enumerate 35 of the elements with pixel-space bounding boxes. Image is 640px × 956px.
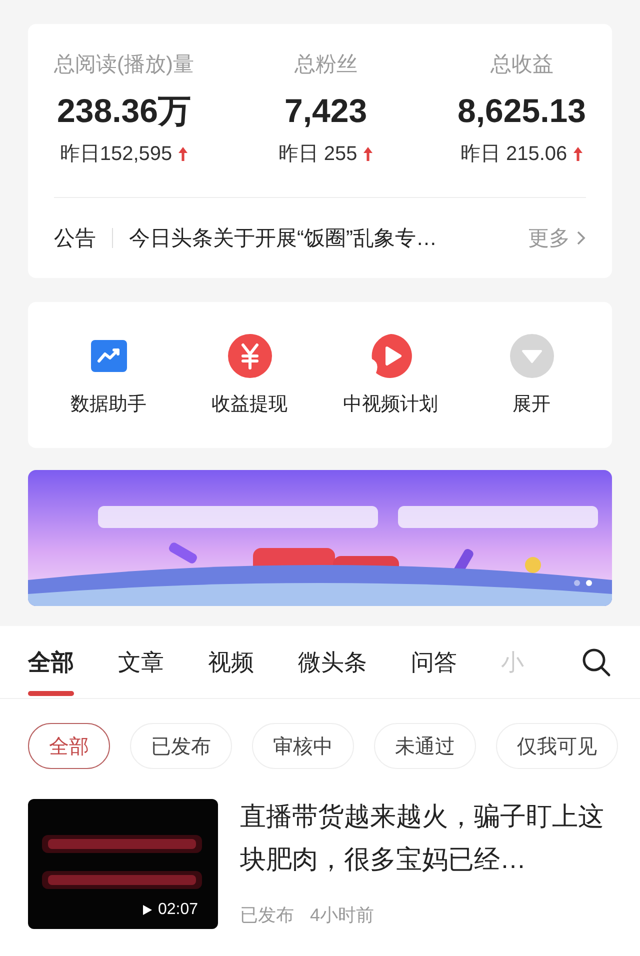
notice-text[interactable]: 今日头条关于开展“饭圈”乱象专…	[129, 224, 528, 252]
tool-button[interactable]: 中视频计划	[320, 333, 460, 417]
video-duration: 02:07	[158, 901, 198, 919]
yesterday-change: 昨日 215.06	[460, 142, 568, 167]
article-status: 已发布	[240, 904, 294, 927]
yesterday-change: 昨日 255	[278, 142, 358, 167]
tab[interactable]: 全部	[28, 626, 74, 698]
stat-label: 总收益	[490, 52, 554, 78]
stat-label: 总阅读(播放)量	[54, 52, 194, 78]
tool-button[interactable]: 数据助手	[38, 333, 178, 417]
stat-label: 总粉丝	[294, 52, 358, 78]
stat-value: 8,625.13	[458, 91, 586, 131]
expand-icon	[508, 333, 554, 379]
article-time: 4小时前	[310, 904, 374, 927]
yesterday-change: 昨日152,595	[60, 142, 172, 167]
filter-chip[interactable]: 全部	[28, 723, 110, 769]
stat-value: 7,423	[284, 91, 368, 131]
search-icon[interactable]	[580, 646, 612, 678]
stat-value: 238.36万	[57, 91, 191, 131]
filter-chip[interactable]: 已发布	[130, 723, 232, 769]
play-icon	[142, 904, 153, 916]
article-title[interactable]: 直播带货越来越火，骗子盯上这块肥肉，很多宝妈已经…	[240, 795, 612, 881]
tab[interactable]: 视频	[208, 626, 254, 698]
filter-chip[interactable]: 审核中	[252, 723, 354, 769]
yuan-icon	[226, 333, 272, 379]
notice-label: 公告	[54, 226, 96, 252]
tab[interactable]: 文章	[118, 626, 164, 698]
carousel-dot[interactable]	[574, 580, 580, 586]
filter-chip[interactable]: 仅我可见	[496, 723, 618, 769]
tab[interactable]: 微头条	[298, 626, 367, 698]
chevron-icon	[576, 230, 586, 246]
filter-chip[interactable]: 未通过	[374, 723, 476, 769]
tool-button[interactable]: 展开	[462, 333, 602, 417]
tool-button[interactable]: 收益提现	[180, 333, 320, 417]
tab[interactable]: 问答	[411, 626, 457, 698]
